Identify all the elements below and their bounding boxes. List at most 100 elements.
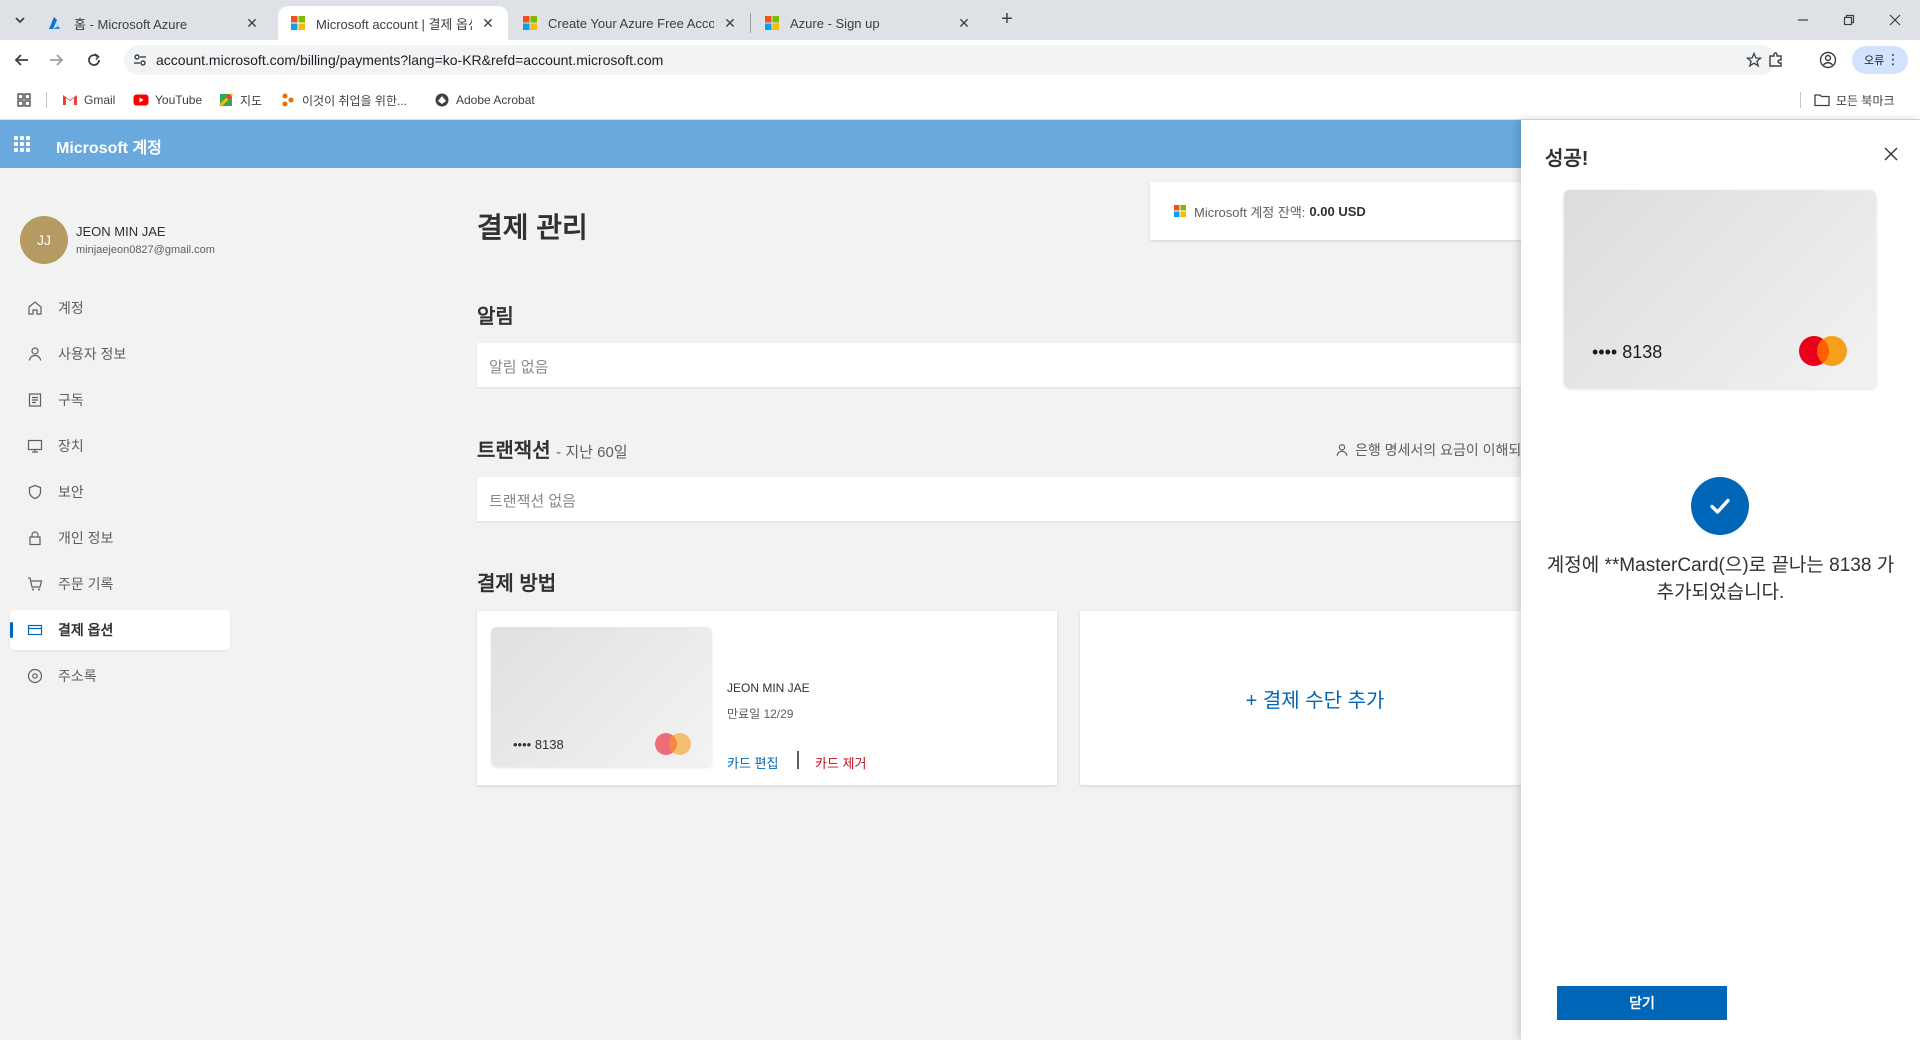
- sidebar-item-user-info[interactable]: 사용자 정보: [10, 334, 230, 374]
- balance-label: Microsoft 계정 잔액:: [1194, 204, 1306, 220]
- subscription-icon: [28, 393, 42, 407]
- tab-close-icon[interactable]: ✕: [480, 15, 496, 31]
- close-button[interactable]: 닫기: [1557, 986, 1727, 1020]
- tab-title: Azure - Sign up: [790, 15, 880, 31]
- profile-error-button[interactable]: 오류 ⋮: [1852, 46, 1908, 74]
- bookmark-label: 이것이 취업을 위한...: [302, 93, 407, 108]
- browser-toolbar: account.microsoft.com/billing/payments?l…: [0, 40, 1920, 80]
- browser-tab-bar: 홈 - Microsoft Azure ✕ Microsoft account …: [0, 0, 1920, 40]
- sidebar-item-security[interactable]: 보안: [10, 472, 230, 512]
- page-title: 결제 관리: [477, 212, 588, 243]
- microsoft-logo-icon: [1174, 205, 1186, 217]
- back-button[interactable]: [10, 48, 34, 72]
- new-tab-button[interactable]: +: [996, 9, 1018, 31]
- bank-statement-link[interactable]: 은행 명세서의 요금이 이해되: [1335, 440, 1521, 460]
- sidebar-item-label: 주소록: [58, 668, 97, 684]
- app-launcher-icon[interactable]: [14, 136, 30, 152]
- cart-icon: [28, 577, 43, 591]
- panel-title: 성공!: [1545, 148, 1589, 170]
- apps-button[interactable]: [16, 91, 32, 109]
- minimize-icon: [1798, 19, 1808, 21]
- lock-icon: [29, 531, 41, 546]
- sidebar-item-label: 보안: [58, 484, 84, 500]
- minimize-button[interactable]: [1780, 0, 1826, 40]
- window-close-button[interactable]: [1872, 0, 1918, 40]
- globe-icon: [435, 93, 449, 107]
- bookmark-separator: [46, 92, 47, 108]
- alerts-empty: 알림 없음: [477, 343, 1550, 387]
- tab-title: 홈 - Microsoft Azure: [74, 16, 188, 32]
- tab-azure-home[interactable]: 홈 - Microsoft Azure ✕: [36, 6, 272, 40]
- microsoft-logo-icon: [765, 16, 779, 30]
- transactions-heading: 트랜잭션 - 지난 60일: [477, 434, 628, 463]
- tab-azure-signup[interactable]: Azure - Sign up ✕: [752, 6, 984, 40]
- star-icon: [1746, 52, 1762, 68]
- bookmark-label: YouTube: [155, 93, 203, 107]
- more-vert-icon: ⋮: [1886, 51, 1900, 67]
- mastercard-logo-icon: [1799, 336, 1847, 366]
- sidebar-item-address-book[interactable]: 주소록: [10, 656, 230, 696]
- payment-methods-heading: 결제 방법: [477, 573, 557, 595]
- bookmark-maps[interactable]: 지도: [218, 91, 262, 109]
- card-expiry: 만료일 12/29: [727, 707, 794, 721]
- tab-close-icon[interactable]: ✕: [244, 15, 260, 31]
- all-bookmarks-button[interactable]: 모든 북마크: [1814, 91, 1895, 109]
- sidebar-item-label: 구독: [58, 392, 84, 408]
- link-separator: [797, 751, 799, 769]
- bookmark-star-button[interactable]: [1744, 50, 1764, 70]
- tab-close-icon[interactable]: ✕: [722, 15, 738, 31]
- avatar[interactable]: JJ: [20, 216, 68, 264]
- microsoft-logo-icon: [523, 16, 537, 30]
- bookmark-adobe-acrobat[interactable]: Adobe Acrobat: [434, 91, 535, 109]
- checkmark-icon: [1710, 498, 1730, 514]
- ms-account-title[interactable]: Microsoft 계정: [56, 134, 162, 158]
- restore-icon: [1843, 14, 1855, 26]
- tab-search-button[interactable]: [8, 8, 32, 32]
- sidebar-item-devices[interactable]: 장치: [10, 426, 230, 466]
- card-preview: •••• 8138: [1564, 190, 1876, 388]
- restore-button[interactable]: [1826, 0, 1872, 40]
- account-balance-card[interactable]: Microsoft 계정 잔액: 0.00 USD: [1150, 182, 1550, 240]
- add-payment-method-button[interactable]: + 결제 수단 추가: [1080, 611, 1550, 785]
- bookmark-label: Adobe Acrobat: [456, 93, 535, 107]
- shield-icon: [28, 484, 42, 500]
- sidebar-item-account[interactable]: 계정: [10, 288, 230, 328]
- sidebar-item-payment-options[interactable]: 결제 옵션: [10, 610, 230, 650]
- card-icon: [27, 624, 43, 636]
- extensions-button[interactable]: [1764, 48, 1788, 72]
- chevron-down-icon: [15, 17, 25, 24]
- sidebar-item-label: 개인 정보: [58, 530, 114, 546]
- reload-button[interactable]: [82, 48, 106, 72]
- puzzle-icon: [1769, 52, 1782, 67]
- sidebar-item-order-history[interactable]: 주문 기록: [10, 564, 230, 604]
- forward-button[interactable]: [44, 48, 68, 72]
- bookmarks-bar: Gmail YouTube 지도 이것이 취업을 위한... Adobe Acr…: [0, 80, 1920, 120]
- maps-icon: [218, 92, 234, 108]
- tab-azure-free-account[interactable]: Create Your Azure Free Accoun ✕: [510, 6, 750, 40]
- sidebar-item-label: 계정: [58, 300, 84, 316]
- sidebar: JJ JEON MIN JAE minjaejeon0827@gmail.com…: [0, 168, 240, 1040]
- azure-icon: [49, 17, 60, 29]
- remove-card-link[interactable]: 카드 제거: [815, 753, 866, 772]
- tab-microsoft-account[interactable]: Microsoft account | 결제 옵션 ✕: [278, 6, 508, 40]
- card-digits: •••• 8138: [513, 737, 564, 752]
- address-bar[interactable]: account.microsoft.com/billing/payments?l…: [124, 45, 1776, 75]
- success-panel: 성공! •••• 8138 계정에 **MasterCard(으)로 끝나는 8…: [1521, 120, 1920, 1040]
- youtube-icon: [133, 94, 149, 106]
- transactions-subtitle: - 지난 60일: [556, 444, 628, 461]
- bookmark-gmail[interactable]: Gmail: [62, 91, 115, 109]
- sidebar-item-label: 결제 옵션: [58, 622, 114, 638]
- user-email: minjaejeon0827@gmail.com: [76, 244, 215, 256]
- edit-card-link[interactable]: 카드 편집: [727, 753, 778, 772]
- tab-close-icon[interactable]: ✕: [956, 15, 972, 31]
- bookmark-study[interactable]: 이것이 취업을 위한...: [280, 91, 407, 109]
- panel-close-button[interactable]: [1881, 144, 1901, 164]
- account-button[interactable]: [1816, 48, 1840, 72]
- site-settings-icon[interactable]: [132, 52, 148, 68]
- sidebar-item-subscriptions[interactable]: 구독: [10, 380, 230, 420]
- sidebar-item-privacy[interactable]: 개인 정보: [10, 518, 230, 558]
- balance-value: 0.00 USD: [1309, 203, 1366, 219]
- card-preview-digits: •••• 8138: [1592, 342, 1663, 362]
- url-text: account.microsoft.com/billing/payments?l…: [156, 52, 664, 68]
- bookmark-youtube[interactable]: YouTube: [133, 91, 202, 109]
